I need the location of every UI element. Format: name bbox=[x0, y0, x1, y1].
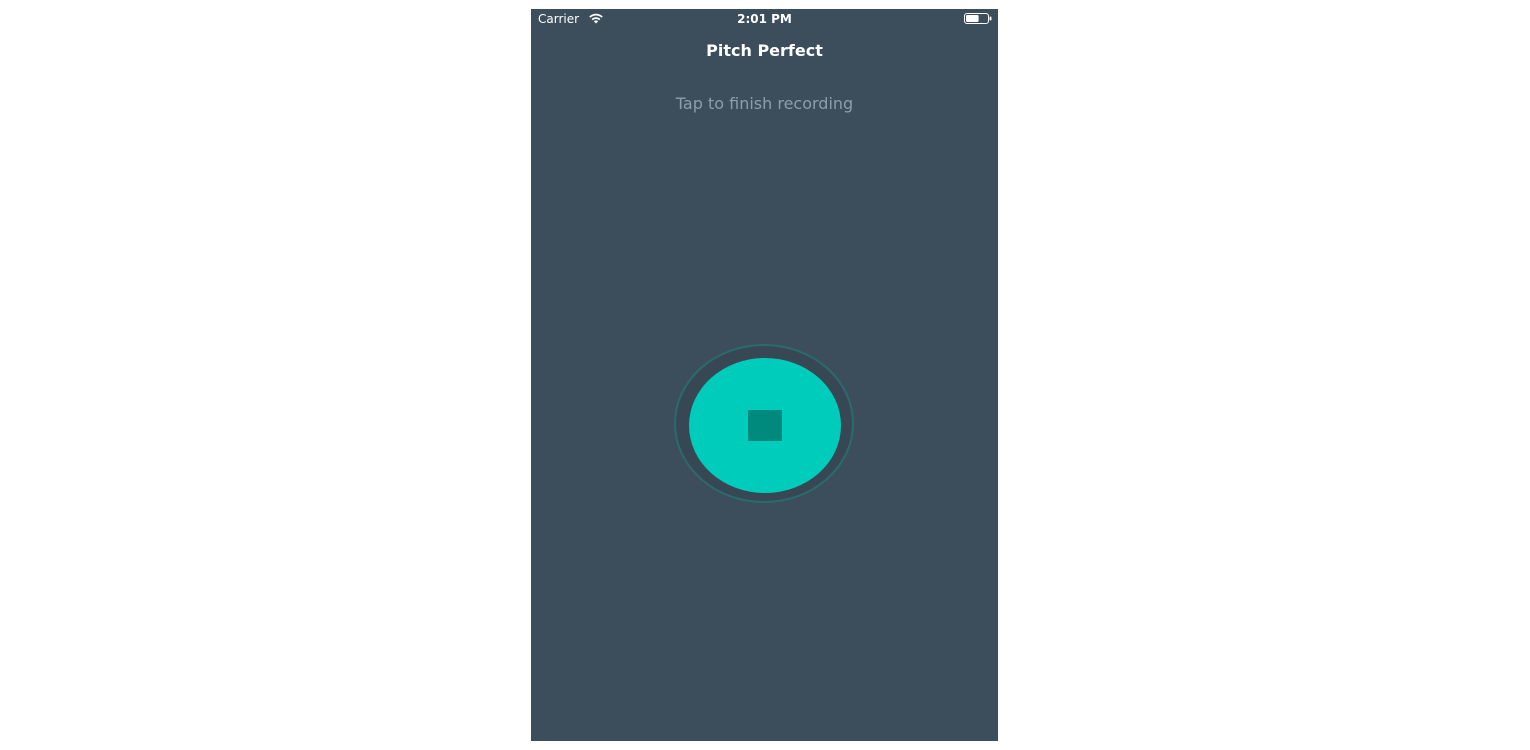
page-title: Pitch Perfect bbox=[706, 41, 823, 60]
status-time: 2:01 PM bbox=[737, 12, 792, 26]
stop-icon bbox=[748, 410, 782, 441]
app-screen: Carrier 2:01 PM Pitch Perfect Tap to fin… bbox=[531, 9, 998, 741]
battery-icon bbox=[964, 13, 992, 24]
recording-status-label: Tap to finish recording bbox=[675, 94, 854, 113]
status-bar: Carrier 2:01 PM bbox=[531, 9, 998, 29]
stop-recording-button[interactable] bbox=[689, 358, 841, 493]
